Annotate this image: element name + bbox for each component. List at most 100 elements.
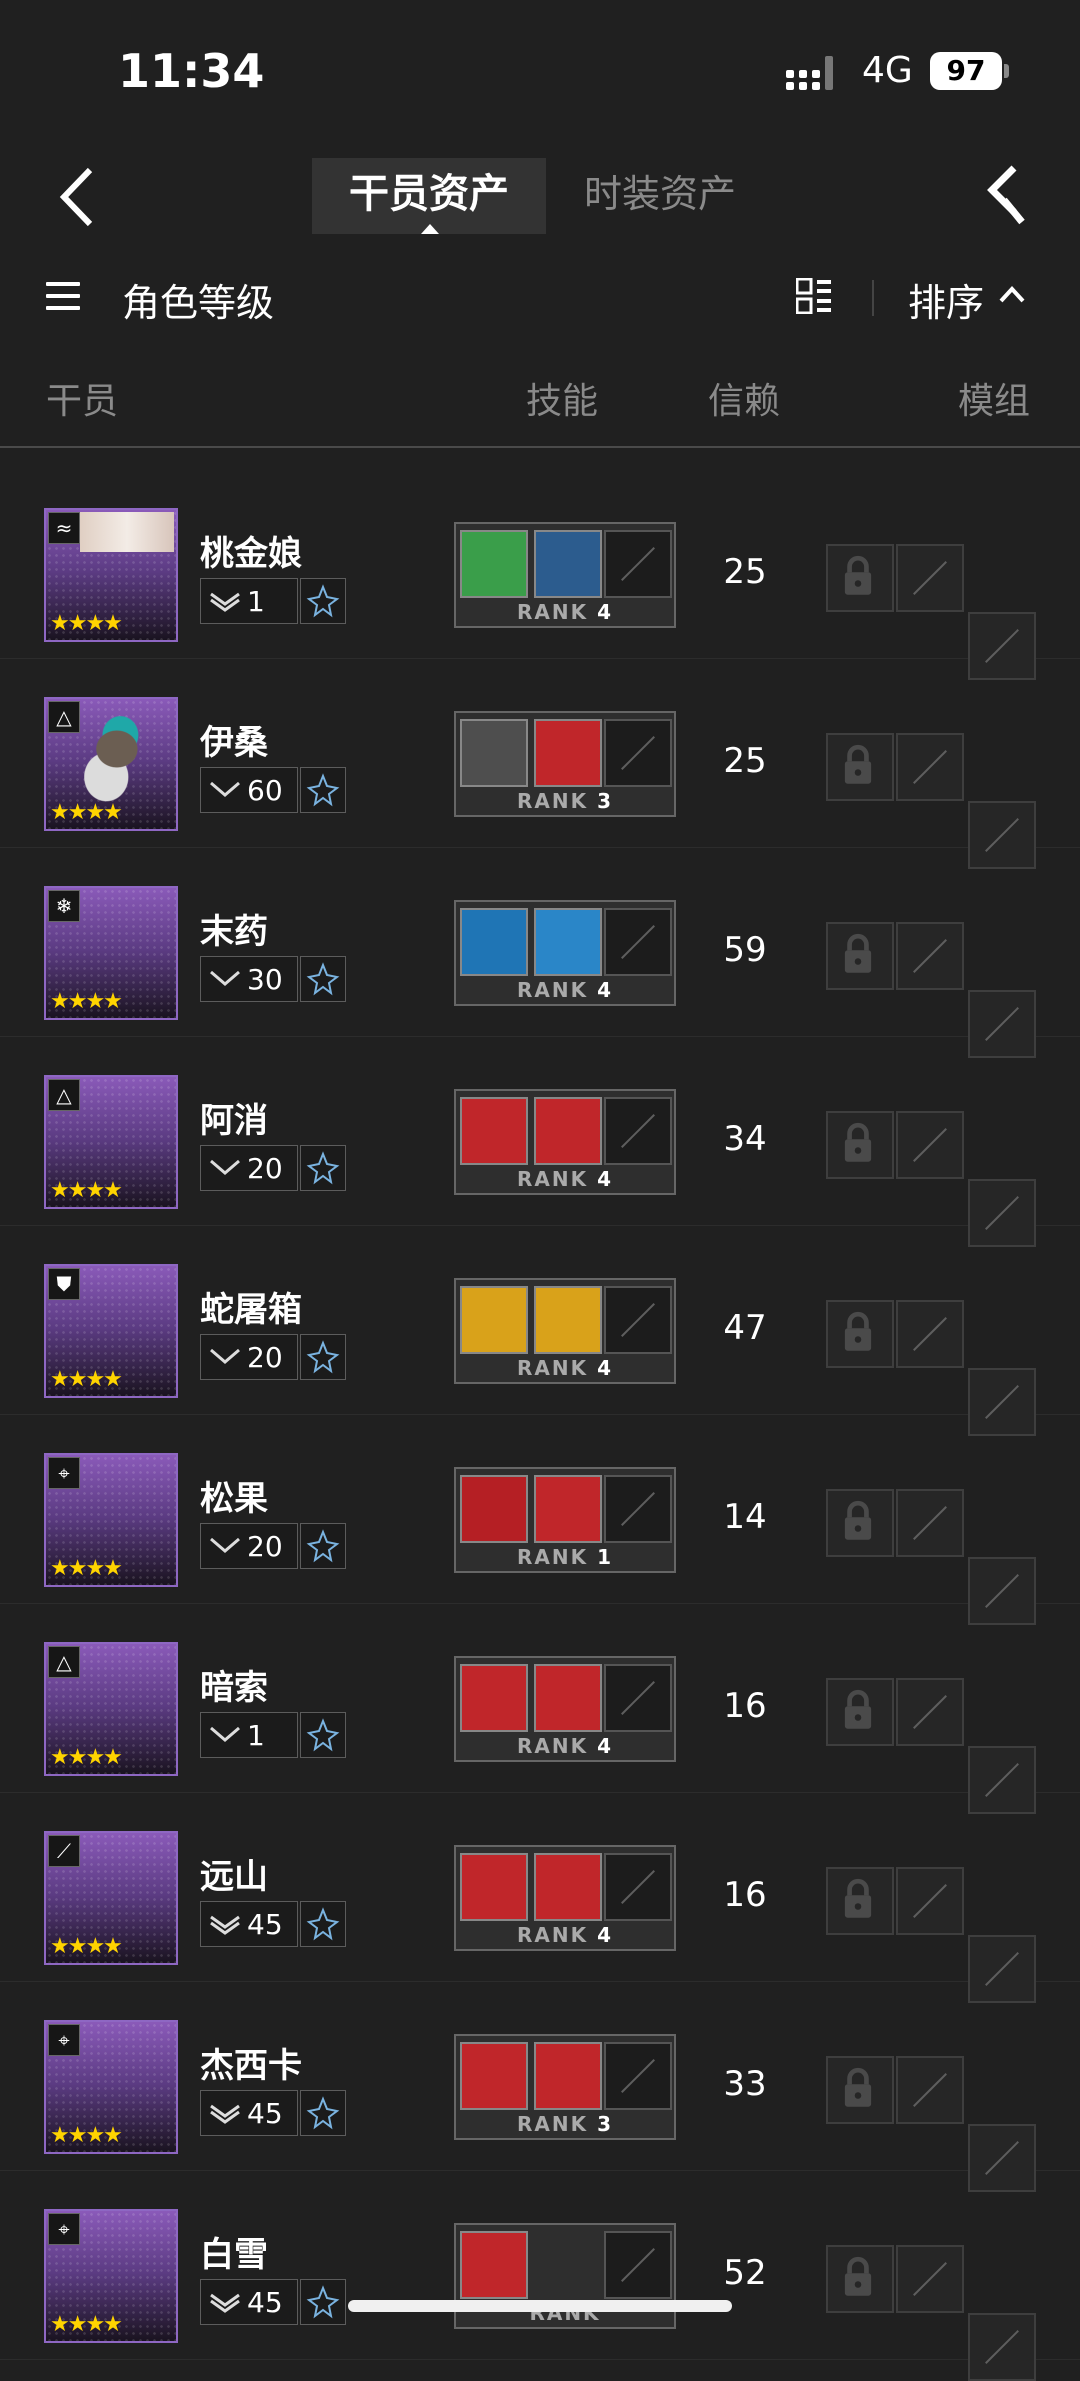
chevron-up-icon[interactable] xyxy=(998,284,1026,304)
skill-icon[interactable] xyxy=(460,2042,528,2110)
column-headers: 干员 技能 信赖 模组 xyxy=(0,372,1080,422)
operator-avatar[interactable]: △ ★★★★ xyxy=(44,697,178,831)
skills-panel[interactable]: RANK xyxy=(454,2223,676,2329)
rarity-stars: ★★★★ xyxy=(50,800,123,825)
network-type: 4G xyxy=(862,50,913,91)
grid-view-icon[interactable] xyxy=(796,278,832,314)
skill-icon[interactable] xyxy=(460,1475,528,1543)
module-slot-locked xyxy=(826,1678,894,1746)
operator-row[interactable]: ⌖ ★★★★ 白雪 45 RANK 52 xyxy=(0,2171,1080,2381)
operator-avatar[interactable]: ⌖ ★★★★ xyxy=(44,1453,178,1587)
skills-panel[interactable]: RANK 4 xyxy=(454,1089,676,1195)
module-slot-empty xyxy=(896,2056,964,2124)
skill-icon[interactable] xyxy=(460,908,528,976)
operator-avatar[interactable]: ⌖ ★★★★ xyxy=(44,2020,178,2154)
skills-panel[interactable]: RANK 4 xyxy=(454,1845,676,1951)
menu-icon[interactable] xyxy=(46,282,80,312)
empty-skill-slot xyxy=(604,2042,672,2110)
operator-row[interactable]: △ ★★★★ 阿消 20 RANK 4 34 xyxy=(0,1037,1080,1247)
elite-level-badge: 45 xyxy=(200,1901,298,1947)
rarity-stars: ★★★★ xyxy=(50,1178,123,1203)
skill-icon[interactable] xyxy=(460,530,528,598)
potential-icon xyxy=(300,767,346,813)
skill-icon[interactable] xyxy=(534,1853,602,1921)
skills-panel[interactable]: RANK 4 xyxy=(454,522,676,628)
operator-row[interactable]: △ ★★★★ 伊桑 60 RANK 3 25 xyxy=(0,659,1080,869)
skill-icon[interactable] xyxy=(534,908,602,976)
skill-icon[interactable] xyxy=(534,1286,602,1354)
operator-level: 45 xyxy=(247,2285,283,2319)
rank-value: 3 xyxy=(597,2112,613,2136)
skills-panel[interactable]: RANK 3 xyxy=(454,2034,676,2140)
skill-icon[interactable] xyxy=(460,2231,528,2299)
specialist-icon: △ xyxy=(48,1079,80,1111)
skill-icon[interactable] xyxy=(460,719,528,787)
elite-1-icon xyxy=(210,781,240,797)
skill-rank: RANK 4 xyxy=(456,1356,674,1380)
back-icon[interactable] xyxy=(54,162,106,232)
skill-icon[interactable] xyxy=(460,1286,528,1354)
top-nav: 干员资产 时装资产 xyxy=(0,150,1080,240)
sort-field-label[interactable]: 角色等级 xyxy=(122,272,274,327)
skills-panel[interactable]: RANK 3 xyxy=(454,711,676,817)
active-tab-indicator xyxy=(421,224,439,234)
operator-level: 45 xyxy=(247,1907,283,1941)
share-icon[interactable] xyxy=(978,164,1040,226)
skill-icon[interactable] xyxy=(534,1475,602,1543)
sort-button[interactable]: 排序 xyxy=(908,272,984,327)
skill-rank: RANK 4 xyxy=(456,978,674,1002)
rarity-stars: ★★★★ xyxy=(50,1934,123,1959)
operator-avatar[interactable]: △ ★★★★ xyxy=(44,1075,178,1209)
rank-prefix: RANK xyxy=(516,600,589,624)
header-trust: 信赖 xyxy=(708,381,781,422)
operator-row[interactable]: ⌖ ★★★★ 松果 20 RANK 1 14 xyxy=(0,1415,1080,1625)
potential-icon xyxy=(300,2090,346,2136)
skill-icon[interactable] xyxy=(460,1097,528,1165)
operator-avatar[interactable]: ⌖ ★★★★ xyxy=(44,2209,178,2343)
skills-panel[interactable]: RANK 4 xyxy=(454,1656,676,1762)
operator-row[interactable]: ⛊ ★★★★ 蛇屠箱 20 RANK 4 47 xyxy=(0,1226,1080,1436)
potential-icon xyxy=(300,1334,346,1380)
operator-row[interactable]: ≈ ★★★★ 桃金娘 1 RANK 4 25 xyxy=(0,470,1080,680)
lock-icon xyxy=(844,1122,872,1162)
skill-icon[interactable] xyxy=(460,1664,528,1732)
operator-avatar[interactable]: ⛊ ★★★★ xyxy=(44,1264,178,1398)
skills-panel[interactable]: RANK 4 xyxy=(454,1278,676,1384)
operator-avatar[interactable]: △ ★★★★ xyxy=(44,1642,178,1776)
skill-icon[interactable] xyxy=(534,2042,602,2110)
skill-icon[interactable] xyxy=(534,719,602,787)
rank-value: 4 xyxy=(597,978,613,1002)
potential-icon xyxy=(300,1901,346,1947)
empty-skill-slot xyxy=(604,530,672,598)
skill-icon[interactable] xyxy=(460,1853,528,1921)
trust-value: 25 xyxy=(723,741,767,781)
operator-avatar[interactable]: ⟋ ★★★★ xyxy=(44,1831,178,1965)
operator-row[interactable]: ⌖ ★★★★ 杰西卡 45 RANK 3 33 xyxy=(0,1982,1080,2192)
header-module: 模组 xyxy=(958,381,1031,422)
skills-panel[interactable]: RANK 1 xyxy=(454,1467,676,1573)
header-divider xyxy=(0,446,1080,448)
skill-icon[interactable] xyxy=(534,1664,602,1732)
operator-row[interactable]: ⟋ ★★★★ 远山 45 RANK 4 16 xyxy=(0,1793,1080,2003)
operator-level: 45 xyxy=(247,2096,283,2130)
operator-avatar[interactable]: ≈ ★★★★ xyxy=(44,508,178,642)
operator-avatar[interactable]: ❄ ★★★★ xyxy=(44,886,178,1020)
module-slot-empty xyxy=(896,1111,964,1179)
module-slot-empty xyxy=(896,544,964,612)
tab-skin-assets[interactable]: 时装资产 xyxy=(584,158,736,230)
operator-name: 桃金娘 xyxy=(200,534,302,574)
tab-operator-assets[interactable]: 干员资产 xyxy=(312,158,546,234)
operator-row[interactable]: ❄ ★★★★ 末药 30 RANK 4 59 xyxy=(0,848,1080,1058)
skills-panel[interactable]: RANK 4 xyxy=(454,900,676,1006)
skill-icon[interactable] xyxy=(534,530,602,598)
skill-rank: RANK 3 xyxy=(456,789,674,813)
operator-row[interactable]: △ ★★★★ 暗索 1 RANK 4 16 xyxy=(0,1604,1080,1814)
operator-name: 暗索 xyxy=(200,1668,268,1708)
operator-level: 1 xyxy=(247,1718,265,1752)
empty-skill-slot xyxy=(604,1475,672,1543)
module-slot-empty xyxy=(896,922,964,990)
module-slot-locked xyxy=(826,544,894,612)
rarity-stars: ★★★★ xyxy=(50,1367,123,1392)
rank-value: 3 xyxy=(597,789,613,813)
skill-icon[interactable] xyxy=(534,1097,602,1165)
